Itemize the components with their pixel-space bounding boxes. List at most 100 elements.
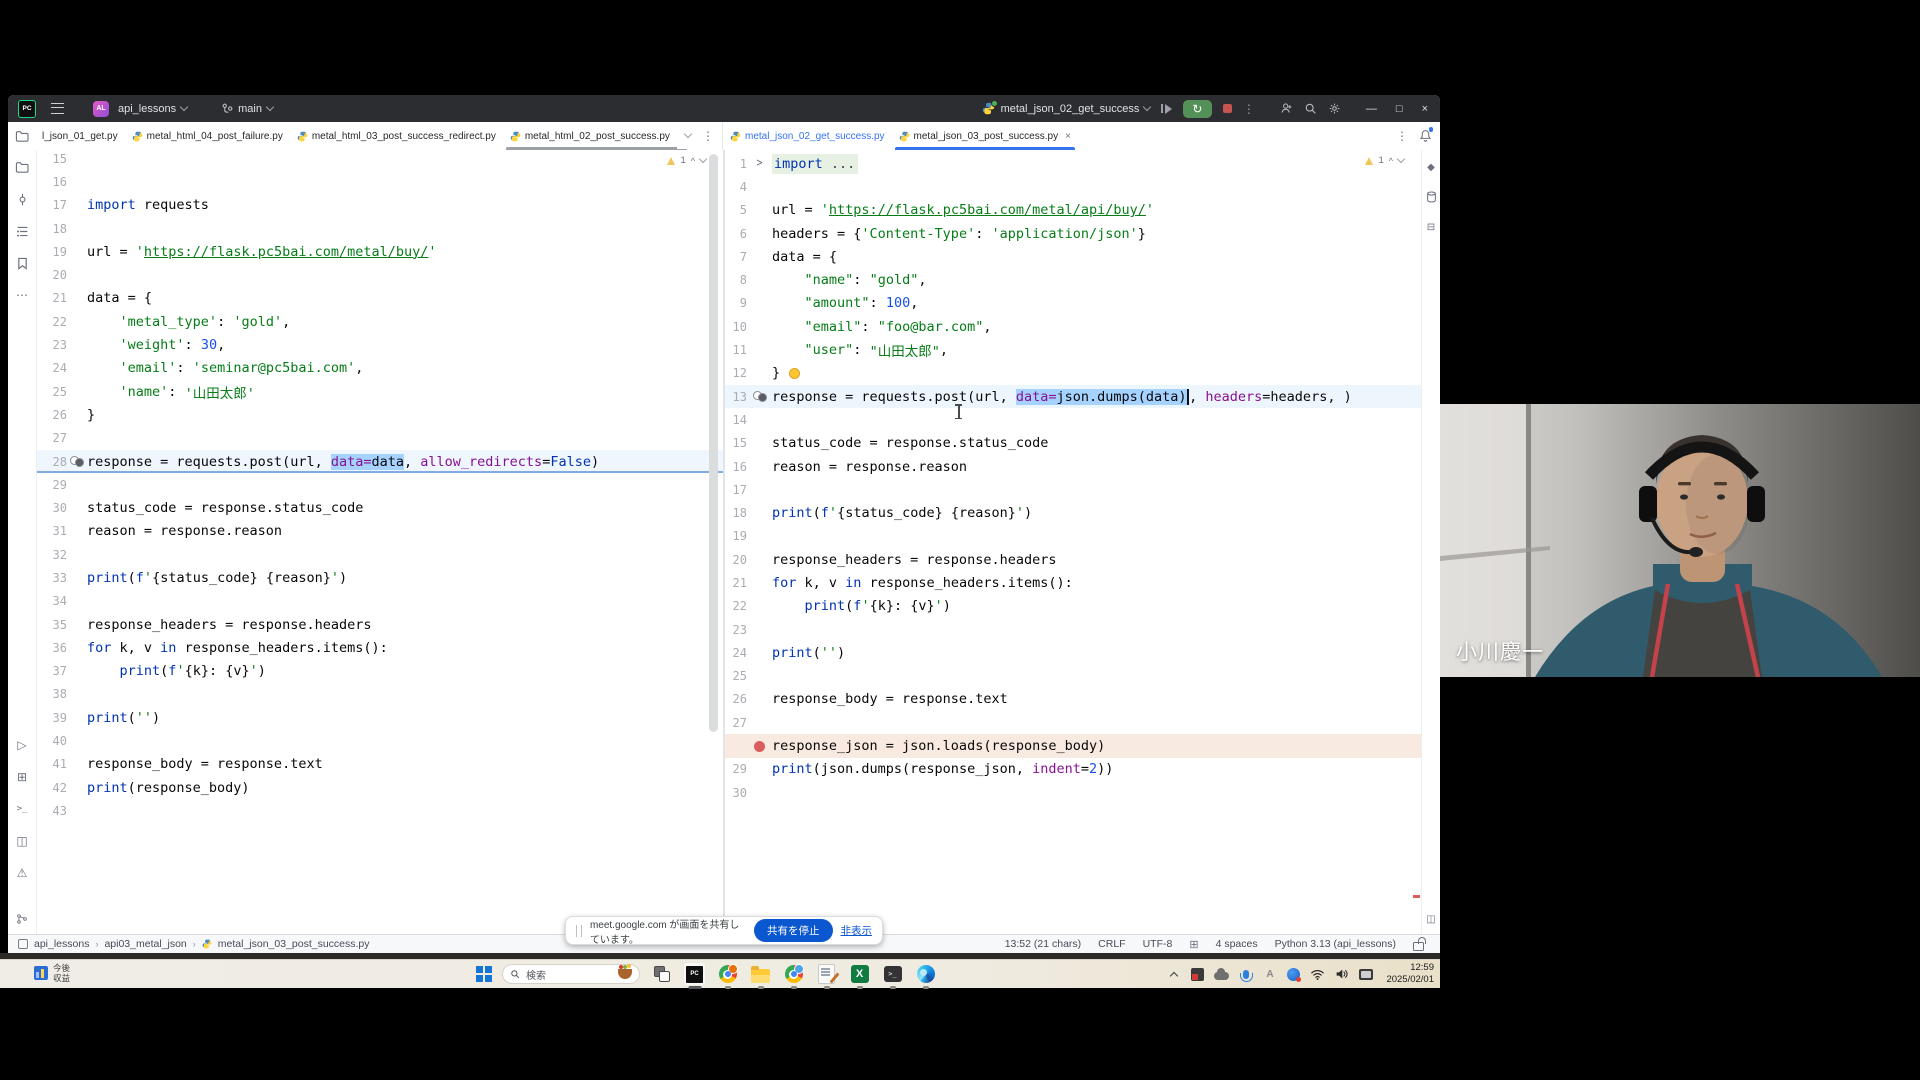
stop-sharing-button[interactable]: 共有を停止 [754,919,833,942]
next-problem-icon[interactable] [1397,155,1405,163]
gutter[interactable]: > [747,158,772,169]
intention-bulb-icon[interactable] [789,368,800,379]
column-mode-icon[interactable]: ⊞ [1189,938,1198,951]
maximize-button[interactable]: □ [1396,103,1403,115]
next-problem-icon[interactable] [699,155,707,163]
main-menu-icon[interactable] [51,103,64,114]
right-editor-pane[interactable]: 1>import ...45url = 'https://flask.pc5ba… [725,150,1421,935]
gutter[interactable] [67,456,87,467]
widget-line1: 今後 [53,963,70,973]
tray-clock[interactable]: 12:59 2025/02/01 [1386,962,1434,986]
rerun-button[interactable]: ↻ [1183,100,1212,118]
line-separator[interactable]: CRLF [1098,938,1125,950]
onedrive-cloud-icon[interactable] [1214,967,1229,982]
microphone-icon[interactable] [1238,967,1253,982]
left-inspections-widget[interactable]: 1 ^ [664,154,709,167]
notifications-bell-icon[interactable] [1419,129,1432,142]
ime-a-icon[interactable]: A [1262,967,1277,982]
taskbar-edge-icon[interactable] [914,962,937,986]
tab-options-icon[interactable]: ⋮ [702,129,714,143]
services-tool-icon[interactable]: ◫ [14,833,30,849]
gutter-ai-icon[interactable] [70,456,84,467]
layout-settings-icon[interactable]: ◫ [1423,911,1439,927]
tab-metal-json-01-get[interactable]: l_json_01_get.py [35,122,125,150]
commit-tool-icon[interactable] [14,191,30,207]
stop-button[interactable] [1223,104,1232,113]
database-tool-icon[interactable] [1423,189,1439,205]
bookmarks-tool-icon[interactable] [14,255,30,271]
caret-position[interactable]: 13:52 (21 chars) [1005,938,1081,950]
terminal-tool-icon[interactable]: >_ [14,801,30,817]
gradle-tool-icon[interactable]: ⊟ [1423,219,1439,235]
tray-overflow-chevron-icon[interactable] [1166,967,1181,982]
gutter[interactable] [747,391,772,402]
code-line-right-11: 11 "user": "山田太郎", [725,338,1421,361]
tab-metal-html-03-post-success-redirect[interactable]: metal_html_03_post_success_redirect.py [290,122,503,150]
breadcrumb-file[interactable]: metal_json_03_post_success.py [218,938,370,950]
breadcrumb-project[interactable]: api_lessons [34,938,89,950]
taskbar-notepad-icon[interactable] [815,962,838,986]
project-selector[interactable]: api_lessons [118,103,187,115]
left-editor-pane[interactable]: 151617import requests1819url = 'https://… [37,150,723,935]
left-scrollbar-thumb[interactable] [709,154,718,732]
ai-assistant-tool-icon[interactable]: ◆ [1423,159,1439,175]
run-with-profiler-icon[interactable] [1161,104,1172,114]
right-inspections-widget[interactable]: 1 ^ [1362,154,1407,167]
task-view-button[interactable] [650,962,673,986]
breadcrumb-folder[interactable]: api03_metal_json [104,938,186,950]
taskbar-excel-icon[interactable]: X [848,962,871,986]
prev-problem-icon[interactable]: ^ [691,156,695,166]
gutter[interactable] [747,741,772,752]
tab-options-icon[interactable]: ⋮ [1396,129,1408,143]
project-folder-icon[interactable] [8,130,35,142]
taskbar-chrome2-icon[interactable] [782,962,805,986]
hidden-tabs-chevron-icon[interactable] [684,130,692,138]
tab-metal-json-03-post-success-active[interactable]: metal_json_03_post_success.py × [892,122,1078,150]
drag-handle-icon[interactable] [576,925,582,937]
taskbar-chrome-icon[interactable] [716,962,739,986]
code-line-left-22: 22 'metal_type': 'gold', [37,310,723,333]
tab-metal-html-04-post-failure[interactable]: metal_html_04_post_failure.py [125,122,290,150]
hide-link[interactable]: 非表示 [841,923,873,938]
more-actions-icon[interactable]: ⋮ [1243,102,1255,116]
code-line-left-43: 43 [37,799,723,822]
minimize-button[interactable]: — [1366,103,1377,115]
update-status-icon[interactable] [1286,967,1301,982]
taskbar-terminal-icon[interactable]: >_ [881,962,904,986]
widgets-button[interactable]: 今後 収益 [34,963,70,983]
touch-keyboard-icon[interactable] [1358,967,1373,982]
problems-tool-icon[interactable]: ⚠ [14,865,30,881]
tray-app-icon[interactable] [1190,967,1205,982]
code-with-me-icon[interactable] [1280,102,1293,115]
volume-icon[interactable] [1334,967,1349,982]
tab-metal-html-02-post-success-active[interactable]: metal_html_02_post_success.py × [503,122,690,150]
run-tool-icon[interactable]: ▷ [14,737,30,753]
structure-tool-icon[interactable] [14,223,30,239]
close-tab-icon[interactable]: × [1065,131,1071,142]
file-encoding[interactable]: UTF-8 [1143,938,1173,950]
prev-problem-icon[interactable]: ^ [1389,156,1393,166]
python-interpreter[interactable]: Python 3.13 (api_lessons) [1275,938,1396,950]
project-tool-icon[interactable] [14,159,30,175]
branch-selector[interactable]: main [222,103,273,115]
tab-metal-json-02-get-success[interactable]: metal_json_02_get_success.py [723,122,892,150]
search-everywhere-icon[interactable] [1304,102,1317,115]
fold-arrow-icon[interactable]: > [756,157,762,170]
line-number: 4 [725,180,747,194]
taskbar-explorer-icon[interactable] [749,962,772,986]
start-button[interactable] [476,966,492,982]
code-line-right-28: response_json = json.loads(response_body… [725,734,1421,757]
taskbar-search-input[interactable]: 検索 [502,964,640,984]
taskbar-pycharm-icon[interactable]: PC [683,962,706,986]
wifi-icon[interactable] [1310,967,1325,982]
gutter-ai-icon[interactable] [753,391,767,402]
version-control-tool-icon[interactable] [14,911,30,927]
close-button[interactable]: × [1422,103,1428,115]
more-tool-windows-icon[interactable]: ⋯ [14,287,30,303]
breakpoint-icon[interactable] [754,741,765,752]
settings-gear-icon[interactable] [1328,102,1341,115]
python-packages-tool-icon[interactable]: ⊞ [14,769,30,785]
writable-lock-icon[interactable] [1413,942,1424,951]
run-configuration-selector[interactable]: metal_json_02_get_success [982,102,1151,116]
indent-style[interactable]: 4 spaces [1216,938,1258,950]
